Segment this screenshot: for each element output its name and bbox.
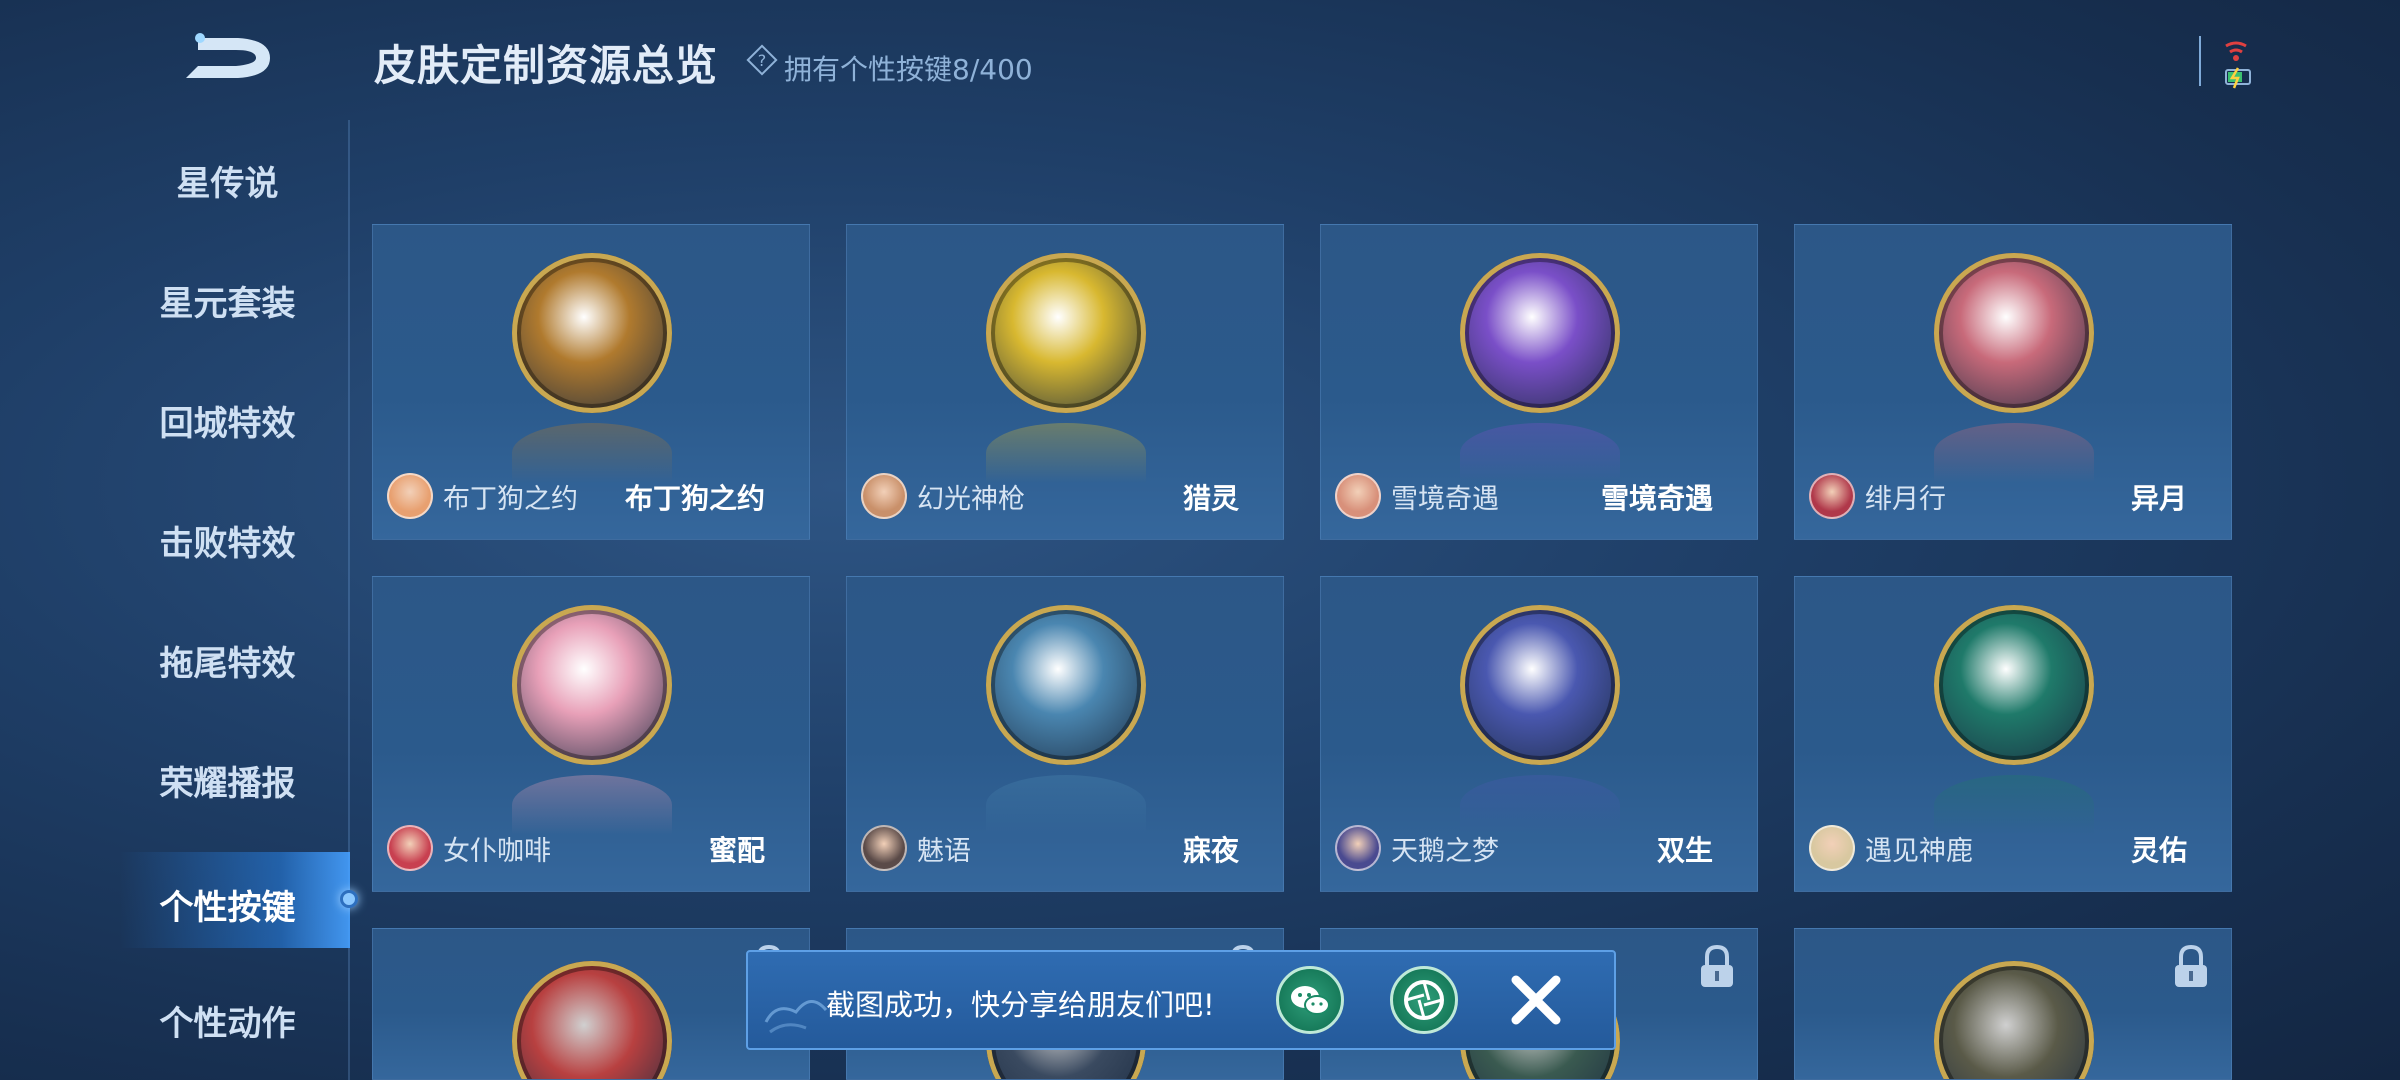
button-badge-icon <box>512 961 672 1079</box>
cloud-decoration-icon <box>764 1000 828 1034</box>
toast-message: 截图成功，快分享给朋友们吧! <box>826 988 1215 1022</box>
locked-button-card[interactable] <box>1794 928 2232 1080</box>
lock-icon <box>2175 944 2207 987</box>
hero-avatar <box>387 473 433 519</box>
button-card[interactable]: 女仆咖啡 蜜配 <box>372 576 810 892</box>
skin-name: 布丁狗之约 <box>443 484 578 515</box>
badge-reflection <box>1934 423 2094 483</box>
button-name: 猎灵 <box>1182 482 1239 515</box>
moments-share-button[interactable] <box>1390 966 1458 1034</box>
owned-total: /400 <box>969 53 1033 86</box>
skin-name: 女仆咖啡 <box>443 836 551 867</box>
sidebar-item-star-suit[interactable]: 星元套装 <box>120 276 335 325</box>
button-badge-icon <box>1934 961 2094 1079</box>
hero-avatar <box>1809 473 1855 519</box>
button-card[interactable]: 天鹅之梦 双生 <box>1320 576 1758 892</box>
page-title: 皮肤定制资源总览 <box>374 41 719 90</box>
hero-avatar <box>861 473 907 519</box>
sidebar-item-trail-effect[interactable]: 拖尾特效 <box>120 636 335 685</box>
sidebar-item-star-legend[interactable]: 星传说 <box>120 156 335 205</box>
owned-label: 拥有个性按键 <box>784 53 953 86</box>
badge-reflection <box>512 423 672 483</box>
badge-reflection <box>986 423 1146 483</box>
badge-reflection <box>512 775 672 835</box>
lock-icon <box>1701 944 1733 987</box>
locked-button-card[interactable] <box>372 928 810 1080</box>
screenshot-toast: 截图成功，快分享给朋友们吧! <box>746 950 1616 1050</box>
button-card[interactable]: 布丁狗之约 布丁狗之约 <box>372 224 810 540</box>
button-name: 布丁狗之约 <box>624 482 765 515</box>
badge-reflection <box>986 775 1146 835</box>
badge-reflection <box>1460 775 1620 835</box>
button-badge-icon <box>1460 605 1620 765</box>
sidebar-item-glory-broadcast[interactable]: 荣耀播报 <box>120 756 335 805</box>
button-card[interactable]: 遇见神鹿 灵佑 <box>1794 576 2232 892</box>
hero-avatar <box>861 825 907 871</box>
sidebar-active-indicator <box>340 890 358 908</box>
button-badge-icon <box>512 253 672 413</box>
moments-icon <box>1404 980 1444 1020</box>
button-card[interactable]: 魅语 寐夜 <box>846 576 1284 892</box>
skin-name: 雪境奇遇 <box>1391 484 1499 515</box>
button-name: 雪境奇遇 <box>1600 482 1713 515</box>
hero-avatar <box>1335 825 1381 871</box>
skin-name: 幻光神枪 <box>917 484 1025 515</box>
button-badge-icon <box>1460 253 1620 413</box>
button-badge-icon <box>1934 605 2094 765</box>
back-icon[interactable] <box>178 30 278 86</box>
button-name: 寐夜 <box>1182 834 1239 867</box>
skin-name: 魅语 <box>917 836 971 867</box>
wechat-share-button[interactable] <box>1276 966 1344 1034</box>
button-name: 异月 <box>2130 482 2187 515</box>
hero-avatar <box>1335 473 1381 519</box>
badge-reflection <box>1460 423 1620 483</box>
button-badge-icon <box>986 253 1146 413</box>
hero-avatar <box>387 825 433 871</box>
close-icon[interactable] <box>1508 972 1564 1028</box>
svg-text:?: ? <box>758 51 767 70</box>
owned-count-text: 拥有个性按键8/400 <box>784 48 1033 88</box>
button-card[interactable]: 幻光神枪 猎灵 <box>846 224 1284 540</box>
sidebar-item-custom-buttons[interactable]: 个性按键 <box>120 880 335 929</box>
skin-name: 遇见神鹿 <box>1865 836 1973 867</box>
skin-name: 绯月行 <box>1865 484 1946 515</box>
button-card[interactable]: 雪境奇遇 雪境奇遇 <box>1320 224 1758 540</box>
button-card[interactable]: 绯月行 异月 <box>1794 224 2232 540</box>
button-name: 蜜配 <box>708 834 765 867</box>
owned-count: 8 <box>952 53 970 86</box>
hero-avatar <box>1809 825 1855 871</box>
skin-name: 天鹅之梦 <box>1391 836 1499 867</box>
button-name: 灵佑 <box>2130 834 2187 867</box>
badge-reflection <box>1934 775 2094 835</box>
button-badge-icon <box>512 605 672 765</box>
button-badge-icon <box>1934 253 2094 413</box>
network-battery-icon <box>2199 36 2251 89</box>
sidebar-item-custom-actions[interactable]: 个性动作 <box>120 996 335 1045</box>
button-name: 双生 <box>1656 834 1713 867</box>
wechat-icon <box>1291 986 1330 1015</box>
sidebar-item-defeat-effect[interactable]: 击败特效 <box>120 516 335 565</box>
sidebar-item-recall-effect[interactable]: 回城特效 <box>120 396 335 445</box>
button-badge-icon <box>986 605 1146 765</box>
help-icon[interactable]: ? <box>746 44 778 76</box>
